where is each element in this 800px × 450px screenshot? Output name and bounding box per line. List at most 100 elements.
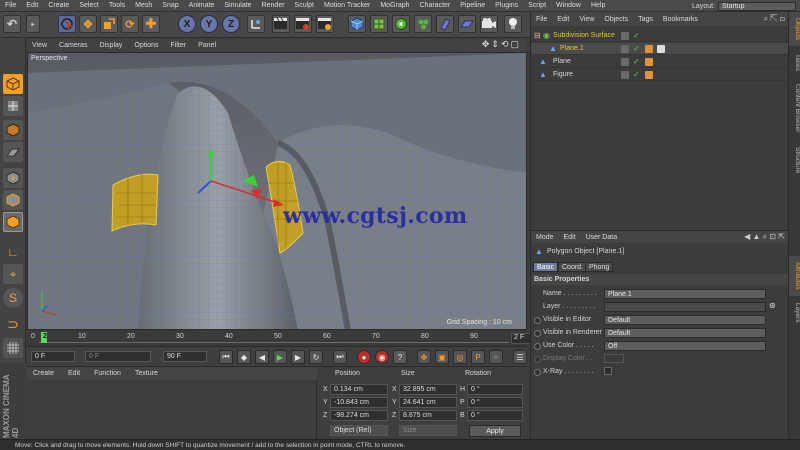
material-menu-edit[interactable]: Edit	[62, 370, 86, 377]
menu-animate[interactable]: Animate	[184, 2, 220, 9]
layout-dropdown[interactable]: Startup	[718, 1, 796, 11]
tab-layers[interactable]: Layers	[789, 298, 800, 328]
attributes-menu-edit[interactable]: Edit	[559, 234, 581, 241]
material-tag-icon[interactable]	[645, 71, 653, 79]
goto-start-icon[interactable]: ⏮	[219, 350, 233, 364]
enabled-check-icon[interactable]: ✓	[633, 30, 640, 42]
tab-takes[interactable]: Takes	[789, 48, 800, 76]
loop-icon[interactable]: ↻	[309, 350, 323, 364]
rot-h-field[interactable]: 0 °	[467, 384, 523, 395]
menu-snap[interactable]: Snap	[157, 2, 183, 9]
tweak-mode-icon[interactable]: ⌖	[3, 264, 23, 284]
rot-p-field[interactable]: 0 °	[467, 397, 523, 408]
workplane-mode-icon[interactable]	[3, 142, 23, 162]
layer-tag-icon[interactable]	[621, 45, 629, 53]
menu-tools[interactable]: Tools	[104, 2, 130, 9]
visible-editor-radio[interactable]	[534, 317, 541, 324]
menu-render[interactable]: Render	[257, 2, 290, 9]
objects-menu-edit[interactable]: Edit	[552, 16, 574, 23]
play-icon[interactable]: ▶	[273, 350, 287, 364]
size-y-field[interactable]: 24.641 cm	[399, 397, 457, 408]
objects-menu-bookmarks[interactable]: Bookmarks	[658, 16, 703, 23]
move-icon[interactable]: ✥	[79, 15, 97, 33]
viewport-menu-filter[interactable]: Filter	[166, 42, 192, 49]
prev-key-icon[interactable]: ◆	[237, 350, 251, 364]
add-icon[interactable]: ✚	[142, 15, 160, 33]
layer-tag-icon[interactable]	[621, 58, 629, 66]
scene-icon[interactable]	[436, 15, 454, 33]
expand-icon[interactable]: ⊟	[534, 30, 541, 42]
menu-mograph[interactable]: MoGraph	[375, 2, 414, 9]
x-axis-lock-button[interactable]: X	[178, 15, 196, 33]
min-frame-field[interactable]: 0 F	[31, 351, 75, 362]
goto-end-icon[interactable]: ⏭	[333, 350, 347, 364]
object-row-plane-1[interactable]: ▲ Plane.1 ✓	[531, 43, 789, 55]
visible-renderer-dropdown[interactable]: Default	[604, 328, 766, 338]
material-tag-icon[interactable]	[645, 45, 653, 53]
menu-sculpt[interactable]: Sculpt	[290, 2, 319, 9]
cube-icon[interactable]	[348, 15, 366, 33]
xray-checkbox[interactable]	[604, 367, 612, 375]
pos-x-field[interactable]: 0.134 cm	[330, 384, 388, 395]
tab-coord[interactable]: Coord.	[558, 262, 588, 272]
material-menu-create[interactable]: Create	[27, 370, 60, 377]
material-menu-function[interactable]: Function	[88, 370, 127, 377]
key-parameter-icon[interactable]: P	[471, 350, 485, 364]
menu-window[interactable]: Window	[551, 2, 586, 9]
pos-z-field[interactable]: -98.274 cm	[330, 410, 388, 421]
object-row-figure[interactable]: ▲ Figure ✓	[531, 69, 789, 81]
menu-script[interactable]: Script	[523, 2, 551, 9]
workplane-icon[interactable]	[3, 338, 23, 358]
next-frame-icon[interactable]: ▶	[291, 350, 305, 364]
pos-y-field[interactable]: -10.843 cm	[330, 397, 388, 408]
key-rotation-icon[interactable]: ◎	[453, 350, 467, 364]
render-view-icon[interactable]	[272, 15, 290, 33]
light-icon[interactable]	[504, 15, 522, 33]
enabled-check-icon[interactable]: ✓	[633, 43, 640, 55]
render-picture-viewer-icon[interactable]	[294, 15, 312, 33]
visible-renderer-radio[interactable]	[534, 330, 541, 337]
size-x-field[interactable]: 32.895 cm	[399, 384, 457, 395]
tab-phong[interactable]: Phong	[585, 262, 614, 272]
menu-motion-tracker[interactable]: Motion Tracker	[319, 2, 375, 9]
key-pla-icon[interactable]: ⁘	[489, 350, 503, 364]
texture-mode-icon[interactable]	[3, 120, 23, 140]
apply-button[interactable]: Apply	[469, 425, 521, 437]
tab-structure[interactable]: Structure	[789, 140, 800, 180]
rot-b-field[interactable]: 0 °	[467, 410, 523, 421]
object-row-subdivision-surface[interactable]: ⊟ ◉ Subdivision Surface ✓	[531, 30, 789, 42]
xray-radio[interactable]	[534, 369, 541, 376]
key-scale-icon[interactable]: ▣	[435, 350, 449, 364]
max-frame-field[interactable]: 90 F	[163, 351, 207, 362]
edit-render-settings-icon[interactable]	[316, 15, 334, 33]
menu-select[interactable]: Select	[74, 2, 103, 9]
name-field[interactable]: Plane.1	[604, 289, 766, 299]
y-axis-lock-button[interactable]: Y	[200, 15, 218, 33]
scale-icon[interactable]	[100, 15, 118, 33]
timeline-ruler[interactable]: 0 2 10 20 30 40 50 60 70 80 90 2 F	[27, 330, 551, 347]
deformer-icon[interactable]	[414, 15, 432, 33]
objects-menu-tags[interactable]: Tags	[633, 16, 658, 23]
menu-pipeline[interactable]: Pipeline	[455, 2, 490, 9]
magnet-icon[interactable]: ⊃	[3, 314, 23, 334]
menu-plugins[interactable]: Plugins	[490, 2, 523, 9]
menu-file[interactable]: File	[0, 2, 21, 9]
perspective-viewport[interactable]: Perspective Grid Spacing : 10 cm www.cgt…	[27, 52, 527, 330]
timeline-window-icon[interactable]: ☰	[513, 350, 527, 364]
coordinate-system-icon[interactable]	[247, 15, 265, 33]
display-color-swatch[interactable]	[604, 354, 624, 363]
menu-create[interactable]: Create	[43, 2, 74, 9]
object-row-plane[interactable]: ▲ Plane ✓	[531, 56, 789, 68]
record-icon[interactable]: ●	[357, 350, 371, 364]
use-color-dropdown[interactable]: Off	[604, 341, 766, 351]
keyframe-selection-icon[interactable]: ?	[393, 350, 407, 364]
tab-attributes[interactable]: Attributes	[789, 256, 800, 296]
menu-help[interactable]: Help	[586, 2, 610, 9]
menu-simulate[interactable]: Simulate	[219, 2, 256, 9]
size-z-field[interactable]: 8.875 cm	[399, 410, 457, 421]
viewport-menu-options[interactable]: Options	[129, 42, 163, 49]
visible-editor-dropdown[interactable]: Default	[604, 315, 766, 325]
objects-search-icon[interactable]: ⌕ ⇱ ⊡	[764, 14, 785, 24]
size-mode-dropdown[interactable]: Size	[399, 425, 457, 436]
enabled-check-icon[interactable]: ✓	[633, 56, 640, 68]
